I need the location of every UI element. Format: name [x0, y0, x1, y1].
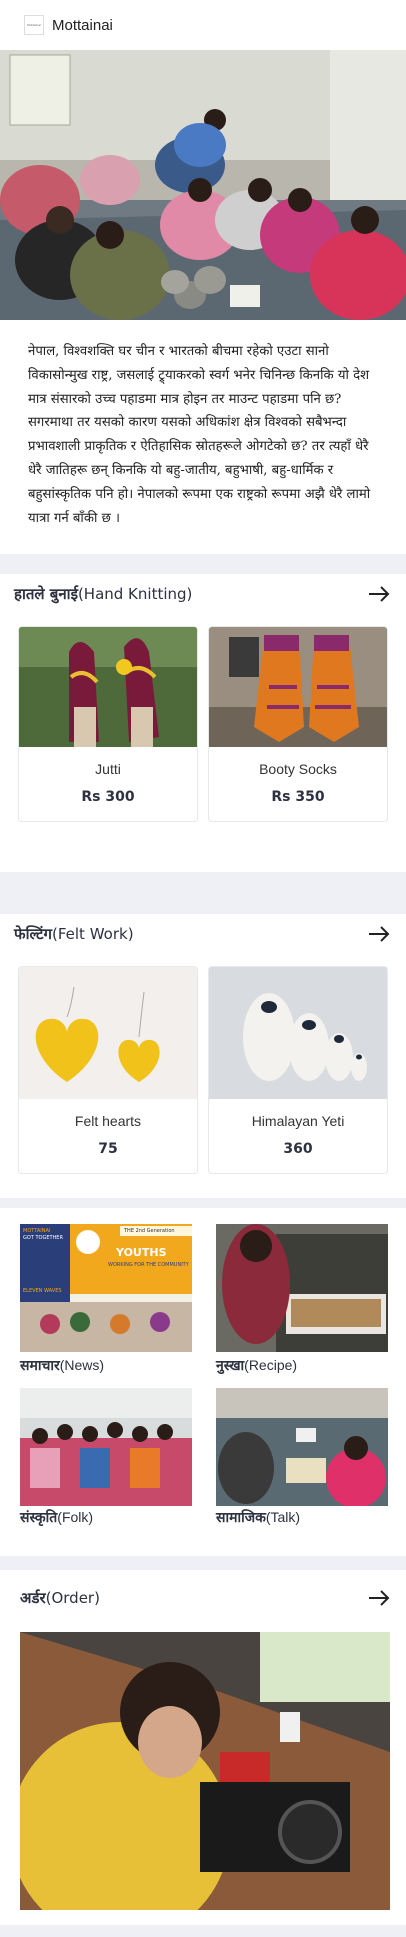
product-name: Jutti	[95, 761, 121, 777]
product-name: Booty Socks	[259, 761, 337, 777]
product-price: Rs 350	[271, 789, 325, 805]
tile-label-folk[interactable]: संस्कृति(Folk)	[20, 1508, 93, 1527]
product-name: Felt hearts	[74, 1113, 142, 1129]
section-title[interactable]: अर्डर(Order)	[20, 1588, 100, 1608]
poster-left-top: MOTTAINAI	[23, 1228, 51, 1234]
section-felt-work: फेल्टिंग(Felt Work) Felt hearts 75 Himal…	[0, 914, 406, 1198]
section-title-np: फेल्टिंग	[14, 925, 52, 943]
tile-label-np: संस्कृति	[20, 1510, 58, 1526]
tile-label-news[interactable]: समाचार(News)	[20, 1356, 104, 1375]
order-image[interactable]	[20, 1632, 390, 1910]
tile-label-talk[interactable]: सामाजिक(Talk)	[216, 1508, 300, 1527]
brand-name[interactable]: Mottainai	[52, 17, 113, 34]
tile-recipe[interactable]	[216, 1224, 388, 1352]
product-card[interactable]: Felt hearts 75	[18, 966, 198, 1174]
arrow-right-icon[interactable]	[368, 1590, 390, 1606]
tile-news[interactable]: THE 2nd Generation YOUTHS WORKING FOR TH…	[20, 1224, 192, 1352]
folk-group-photo	[20, 1388, 192, 1506]
poster-line3: WORKING FOR THE COMMUNITY	[108, 1262, 189, 1268]
felt-hearts-photo	[19, 967, 197, 1099]
product-price: 360	[283, 1141, 313, 1157]
hero-image	[0, 50, 406, 320]
section-title[interactable]: फेल्टिंग(Felt Work)	[14, 924, 134, 944]
tile-label-en: (Folk)	[57, 1509, 94, 1525]
poster-line4: ELEVEN WAVES	[23, 1288, 62, 1294]
brand-logo[interactable]: Mottainai	[24, 15, 44, 35]
himalayan-yeti-photo	[209, 967, 387, 1099]
product-price: Rs 300	[81, 789, 135, 805]
intro-text: नेपाल, विश्वशक्ति घर चीन र भारतको बीचमा …	[28, 344, 371, 526]
product-image	[19, 627, 197, 747]
top-header: Mottainai Mottainai	[0, 0, 406, 50]
product-card[interactable]: Booty Socks Rs 350	[208, 626, 388, 822]
booty-socks-photo	[209, 627, 387, 747]
recipe-photo	[216, 1224, 388, 1352]
product-price: 75	[98, 1141, 118, 1157]
sewing-machine-photo	[20, 1632, 390, 1910]
knitting-group-photo	[0, 50, 406, 320]
product-card[interactable]: Himalayan Yeti 360	[208, 966, 388, 1174]
poster-line2: YOUTHS	[116, 1246, 167, 1259]
tile-label-np: सामाजिक	[216, 1510, 266, 1526]
section-title-en: (Hand Knitting)	[77, 585, 193, 603]
product-card[interactable]: Jutti Rs 300	[18, 626, 198, 822]
tile-folk[interactable]	[20, 1388, 192, 1506]
product-image	[209, 967, 387, 1099]
section-order: अर्डर(Order)	[0, 1570, 406, 1925]
jutti-photo	[19, 627, 197, 747]
tile-label-en: (Talk)	[265, 1509, 301, 1525]
intro-panel: नेपाल, विश्वशक्ति घर चीन र भारतको बीचमा …	[0, 320, 406, 554]
product-image	[19, 967, 197, 1099]
section-hand-knitting: हातले बुनाई(Hand Knitting) Jutti Rs 300	[0, 574, 406, 872]
poster-left-sub: GOT TOGETHER	[23, 1235, 63, 1241]
tile-label-np: समाचार	[20, 1358, 60, 1374]
product-name: Himalayan Yeti	[251, 1113, 345, 1129]
arrow-right-icon[interactable]	[368, 926, 390, 942]
tile-label-en: (News)	[59, 1357, 105, 1373]
logo-text: Mottainai	[26, 23, 42, 27]
section-stories: THE 2nd Generation YOUTHS WORKING FOR TH…	[0, 1208, 406, 1556]
tile-label-recipe[interactable]: नुस्खा(Recipe)	[216, 1356, 297, 1375]
poster-line1: THE 2nd Generation	[124, 1228, 175, 1234]
section-title-np: हातले बुनाई	[14, 585, 78, 603]
section-title-en: (Felt Work)	[52, 925, 134, 943]
tile-label-np: नुस्खा	[216, 1358, 245, 1374]
tile-talk[interactable]	[216, 1388, 388, 1506]
section-title[interactable]: हातले बुनाई(Hand Knitting)	[14, 584, 192, 604]
product-image	[209, 627, 387, 747]
tile-label-en: (Recipe)	[244, 1357, 298, 1373]
talk-photo	[216, 1388, 388, 1506]
section-title-np: अर्डर	[20, 1589, 46, 1607]
arrow-right-icon[interactable]	[368, 586, 390, 602]
section-title-en: (Order)	[45, 1589, 100, 1607]
